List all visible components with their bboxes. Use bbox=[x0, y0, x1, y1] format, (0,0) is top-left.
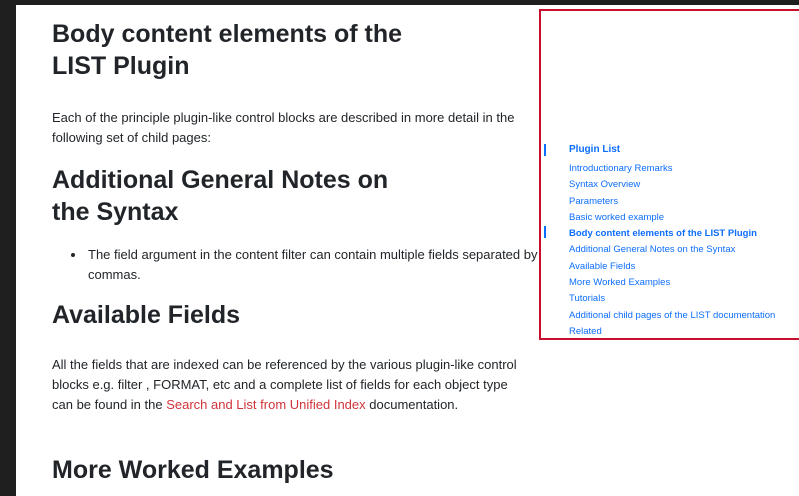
fields-paragraph: All the fields that are indexed can be r… bbox=[52, 355, 522, 415]
section-heading-available-fields: Available Fields bbox=[52, 299, 532, 331]
fields-text-after: documentation. bbox=[365, 397, 459, 412]
heading-line: LIST Plugin bbox=[52, 52, 190, 80]
toc-heading-marker bbox=[544, 144, 546, 156]
toc-heading-plugin-list[interactable]: Plugin List bbox=[569, 142, 775, 158]
toc-item-basic-worked-example[interactable]: Basic worked example bbox=[569, 210, 775, 226]
section-heading-more-examples: More Worked Examples bbox=[52, 454, 532, 486]
toc-active-marker bbox=[544, 226, 546, 238]
heading-line: Available Fields bbox=[52, 301, 241, 329]
toc-item-parameters[interactable]: Parameters bbox=[569, 194, 775, 210]
toc-item-body-content-elements[interactable]: Body content elements of the LIST Plugin bbox=[569, 226, 775, 242]
heading-line: Body content elements of the bbox=[52, 20, 403, 48]
table-of-contents: Plugin List Introductionary Remarks Synt… bbox=[539, 9, 799, 340]
toc-item-syntax-overview[interactable]: Syntax Overview bbox=[569, 177, 775, 193]
section-heading-body-content: Body content elements of the LIST Plugin bbox=[52, 18, 532, 82]
heading-line: More Worked Examples bbox=[52, 456, 334, 484]
toc-item-additional-child-pages[interactable]: Additional child pages of the LIST docum… bbox=[569, 308, 775, 324]
toc-item-tutorials[interactable]: Tutorials bbox=[569, 291, 775, 307]
toc-item-more-worked-examples[interactable]: More Worked Examples bbox=[569, 275, 775, 291]
heading-line: the Syntax bbox=[52, 198, 179, 226]
document-page: Body content elements of the LIST Plugin… bbox=[16, 5, 799, 496]
toc-item-related[interactable]: Related bbox=[569, 324, 775, 340]
intro-paragraph: Each of the principle plugin-like contro… bbox=[52, 110, 515, 145]
heading-line: Additional General Notes on bbox=[52, 166, 389, 194]
section-heading-general-notes: Additional General Notes on the Syntax bbox=[52, 164, 532, 228]
toc-item-available-fields[interactable]: Available Fields bbox=[569, 259, 775, 275]
list-item: The field argument in the content filter… bbox=[86, 245, 546, 285]
toc-item-additional-general-notes[interactable]: Additional General Notes on the Syntax bbox=[569, 242, 775, 258]
notes-list: The field argument in the content filter… bbox=[52, 245, 546, 285]
search-and-list-link[interactable]: Search and List from Unified Index bbox=[166, 397, 365, 412]
toc-item-introductionary-remarks[interactable]: Introductionary Remarks bbox=[569, 161, 775, 177]
toc-list: Plugin List Introductionary Remarks Synt… bbox=[569, 142, 775, 340]
